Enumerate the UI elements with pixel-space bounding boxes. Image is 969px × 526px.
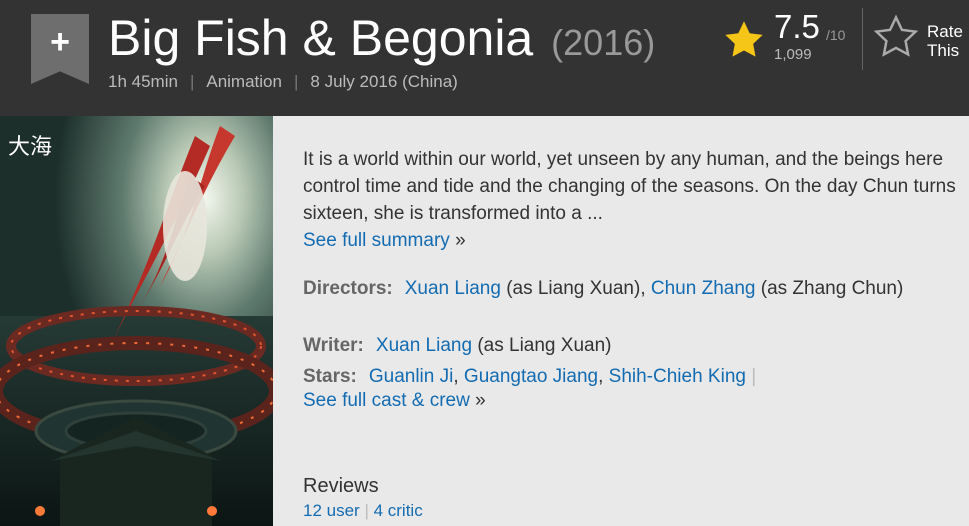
writer-link-1[interactable]: Xuan Liang [376, 335, 472, 356]
movie-year[interactable]: (2016) [551, 22, 655, 63]
rating-count[interactable]: 1,099 [774, 46, 812, 63]
movie-title: Big Fish & Begonia [108, 10, 534, 66]
runtime: 1h 45min [108, 72, 178, 91]
separator: | [293, 72, 299, 91]
watchlist-button[interactable]: + [31, 14, 89, 84]
writer-label: Writer: [303, 335, 364, 356]
reviews-links: 12 user | 4 critic [303, 501, 423, 521]
star-link-2[interactable]: Guangtao Jiang [464, 366, 598, 387]
user-reviews-link[interactable]: 12 user [303, 501, 360, 520]
plus-icon: + [50, 23, 70, 61]
credit-writer: Writer: Xuan Liang (as Liang Xuan) [303, 334, 963, 358]
director-link-2[interactable]: Chun Zhang [651, 278, 756, 299]
rating-star-icon [725, 21, 763, 57]
poster-title: 大海 [8, 135, 52, 160]
rate-label-line2: This [927, 41, 960, 60]
summary-text: It is a world within our world, yet unse… [303, 149, 956, 224]
separator: | [189, 72, 195, 91]
credit-stars: Stars: Guanlin Ji, Guangtao Jiang, Shih-C… [303, 366, 757, 411]
release-date-link[interactable]: 8 July 2016 (China) [310, 72, 457, 91]
director-link-1[interactable]: Xuan Liang [405, 278, 501, 299]
plot-summary: It is a world within our world, yet unse… [303, 146, 963, 254]
see-full-cast-link[interactable]: See full cast & crew [303, 390, 470, 411]
poster-image[interactable]: 大海 [0, 116, 273, 526]
summary-link-arrow: » [455, 230, 466, 251]
divider [862, 8, 863, 70]
title-subtext: 1h 45min | Animation | 8 July 2016 (China) [108, 72, 458, 92]
critic-reviews-link[interactable]: 4 critic [374, 501, 423, 520]
rating-max: /10 [826, 27, 846, 43]
directors-label: Directors: [303, 278, 393, 299]
director-alias-2: (as Zhang Chun) [760, 278, 904, 299]
genre-link[interactable]: Animation [206, 72, 282, 91]
see-full-summary-link[interactable]: See full summary [303, 230, 450, 251]
rate-label-line1: Rate [927, 22, 963, 41]
director-alias-1: (as Liang Xuan), [506, 278, 646, 299]
star-link-1[interactable]: Guanlin Ji [369, 366, 454, 387]
reviews-heading: Reviews [303, 475, 379, 497]
poster-art: 大海 [0, 116, 273, 526]
star-link-3[interactable]: Shih-Chieh King [609, 366, 746, 387]
stars-label: Stars: [303, 366, 357, 387]
writer-alias-1: (as Liang Xuan) [477, 335, 612, 356]
credit-directors: Directors: Xuan Liang (as Liang Xuan), Ch… [303, 277, 963, 301]
reviews-separator: | [364, 501, 369, 520]
title-header: + Big Fish & Begonia (2016) 1h 45min | Ani… [0, 0, 969, 116]
cast-link-arrow: » [475, 390, 486, 411]
rate-star-icon[interactable] [873, 14, 919, 60]
rate-this-button[interactable]: Rate This [927, 22, 963, 60]
page-title: Big Fish & Begonia (2016) [108, 4, 655, 77]
rating-value: 7.5 [774, 8, 820, 45]
stars-separator: | [751, 366, 757, 387]
